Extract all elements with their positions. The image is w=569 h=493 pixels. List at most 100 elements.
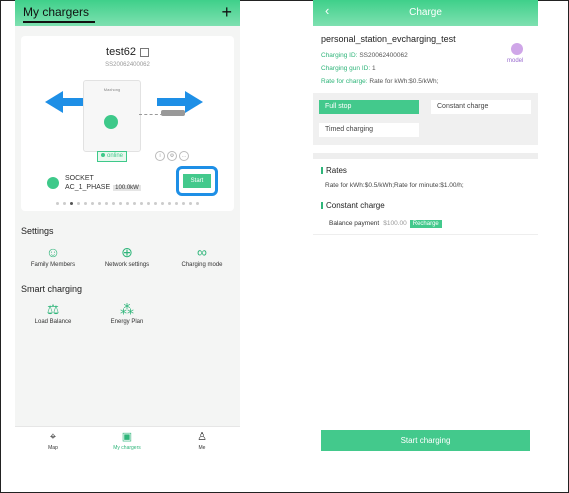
charging-mode-item[interactable]: ∞ Charging mode [167,244,237,268]
status-text: online [107,153,124,159]
constant-charge-title: Constant charge [326,201,385,210]
charging-mode-icon: ∞ [197,244,207,260]
pager-dot[interactable] [105,202,108,205]
device-name-row: test62 [21,46,234,58]
charge-screen: ‹ Charge personal_station_evcharging_tes… [313,0,538,460]
pager-dot[interactable] [91,202,94,205]
pager-dot[interactable] [98,202,101,205]
edit-icon[interactable] [139,47,149,57]
pager-dot[interactable] [119,202,122,205]
pager-dot[interactable] [147,202,150,205]
pager-dot[interactable] [182,202,185,205]
charging-id-value: SS20062400062 [359,52,408,59]
charger-image: Maxhong [83,80,141,152]
pager-dot[interactable] [168,202,171,205]
page-title: Charge [409,7,442,18]
pager-dot[interactable] [196,202,199,205]
start-charging-button[interactable]: Start charging [321,430,530,451]
energy-plan-item[interactable]: ⁂ Energy Plan [92,301,162,325]
rates-title: Rates [326,166,347,175]
pager-dot[interactable] [126,202,129,205]
network-settings-item[interactable]: ⊕ Network settings [92,244,162,268]
balance-row: Balance payment $100.00 Recharge [329,220,442,228]
tab-map[interactable]: ⌖ Map [23,431,83,451]
rates-title-row: Rates [321,166,347,175]
pager-dot-active[interactable] [70,202,73,205]
constant-charge-title-row: Constant charge [321,201,385,210]
mode-constant-charge[interactable]: Constant charge [431,100,531,114]
rate-label: Rate for charge: [321,78,368,85]
gun-id-row: Charging gun ID: 1 [321,65,376,72]
charger-card[interactable]: test62 SS20062400062 Maxhong online i ⚙ … [21,36,234,211]
model-icon[interactable] [511,43,523,55]
charger-brand: Maxhong [103,87,121,92]
tab-me-label: Me [198,445,206,451]
swipe-right-arrow-bar [157,98,187,106]
pager-dot[interactable] [133,202,136,205]
gun-id-value: 1 [371,65,376,72]
tab-my-chargers[interactable]: ▣ My chargers [97,431,157,451]
charger-logo-icon [104,115,118,129]
smart-charging-title: Smart charging [21,284,83,294]
mode-timed-charging[interactable]: Timed charging [319,123,419,137]
info-icon[interactable]: i [155,151,165,161]
socket-phase-row: AC_1_PHASE 100.0kW [65,184,141,191]
pager-dot[interactable] [161,202,164,205]
swipe-right-arrow-icon [185,91,203,113]
energy-plan-label: Energy Plan [110,319,144,325]
recharge-button[interactable]: Recharge [409,220,442,228]
family-members-item[interactable]: ☺ Family Members [18,244,88,268]
tab-map-label: Map [48,445,58,451]
load-balance-item[interactable]: ⚖ Load Balance [18,301,88,325]
network-settings-label: Network settings [104,262,150,268]
pager-dot[interactable] [84,202,87,205]
section-marker [321,202,323,209]
gun-id-label: Charging gun ID: [321,65,371,72]
family-icon: ☺ [45,244,61,260]
rates-text: Rate for kWh:$0.5/kWh;Rate for minute:$1… [325,182,464,189]
settings-title: Settings [21,226,54,236]
tab-me[interactable]: ♙ Me [172,431,232,451]
rate-value: Rate for kWh:$0.5/kWh; [369,78,439,85]
socket-icon [47,177,59,189]
model-label[interactable]: model [507,58,523,64]
pager-dot[interactable] [154,202,157,205]
settings-icon[interactable]: ⚙ [167,151,177,161]
page-title: My chargers [23,5,90,19]
mode-full-stop[interactable]: Full stop [319,100,419,114]
plus-icon[interactable]: + [221,2,232,23]
status-dot-icon [101,153,105,158]
pager-dot[interactable] [189,202,192,205]
socket-type: SOCKET [65,175,94,182]
app-header: My chargers + [15,0,240,26]
balance-amount: $100.00 [383,220,407,227]
station-name: personal_station_evcharging_test [321,34,456,44]
charging-id-label: Charging ID: [321,52,358,59]
user-icon: ♙ [197,431,207,443]
rate-row: Rate for charge: Rate for kWh:$0.5/kWh; [321,78,438,85]
power-badge: 100.0kW [113,185,141,191]
charging-mode-selector: Full stop Constant charge Timed charging [313,93,538,145]
pager-dot[interactable] [175,202,178,205]
energy-plan-icon: ⁂ [120,301,134,317]
more-icon[interactable]: … [179,151,189,161]
divider [313,234,538,235]
pager-dot[interactable] [112,202,115,205]
family-members-label: Family Members [30,262,76,268]
swipe-left-arrow-bar [61,98,83,106]
section-divider [313,153,538,159]
card-pager [21,202,234,205]
my-chargers-screen: My chargers + test62 SS20062400062 Maxho… [15,0,240,460]
charging-id-row: Charging ID: SS20062400062 [321,52,408,59]
pager-dot[interactable] [140,202,143,205]
charging-mode-label: Charging mode [181,262,223,268]
start-button[interactable]: Start [183,174,211,188]
title-underline [23,21,95,23]
map-icon: ⌖ [49,431,57,443]
pager-dot[interactable] [56,202,59,205]
device-id: SS20062400062 [105,62,150,68]
bottom-tab-bar: ⌖ Map ▣ My chargers ♙ Me [15,426,240,460]
pager-dot[interactable] [77,202,80,205]
section-marker [321,167,323,174]
pager-dot[interactable] [63,202,66,205]
